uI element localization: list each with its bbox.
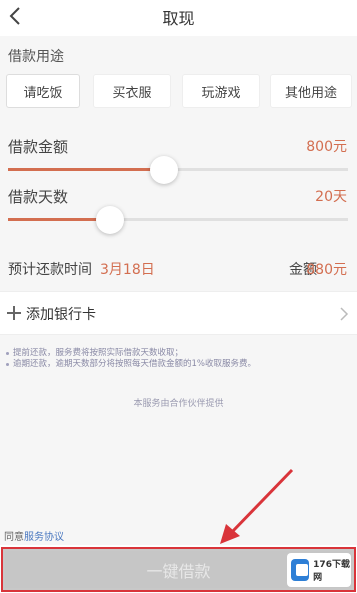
days-value: 20天: [315, 189, 347, 205]
days-slider-thumb[interactable]: [96, 206, 124, 234]
watermark-text: 176下载网: [313, 560, 350, 583]
page-title: 取现: [162, 9, 195, 28]
amount-slider-fill: [8, 168, 165, 171]
note-item: 提前还款，服务费将按照实际借款天数收取；: [6, 348, 351, 359]
amount-slider[interactable]: [8, 156, 348, 184]
repay-summary: 预计还款时间 3月18日 金额 880元: [0, 250, 357, 286]
purpose-option-other[interactable]: 其他用途: [270, 74, 352, 108]
repay-date-label: 预计还款时间: [8, 262, 92, 278]
days-slider-block: 借款天数 20天: [0, 186, 357, 244]
purpose-option-clothes[interactable]: 买衣服: [93, 74, 171, 108]
note-item: 逾期还款，逾期天数部分将按照每天借款金额的1%收取服务费。: [6, 359, 351, 370]
site-watermark: 176下载网: [287, 553, 351, 587]
amount-slider-thumb[interactable]: [150, 156, 179, 184]
agreement-prefix: 同意: [4, 532, 24, 543]
amount-label: 借款金额: [8, 138, 69, 156]
top-bar: 取现: [0, 0, 357, 36]
days-slider[interactable]: [8, 206, 348, 234]
provider-text: 本服务由合作伙伴提供: [133, 399, 224, 409]
note-text: 逾期还款，逾期天数部分将按照每天借款金额的1%收取服务费。: [13, 359, 256, 369]
repay-date: 3月18日: [100, 262, 155, 278]
purpose-option-games[interactable]: 玩游戏: [182, 74, 260, 108]
plus-icon: [7, 306, 21, 320]
agreement: 同意服务协议: [4, 528, 64, 543]
days-slider-fill: [8, 218, 110, 221]
purpose-label: 借款用途: [8, 49, 64, 65]
days-label: 借款天数: [8, 188, 69, 206]
add-bank-card-label: 添加银行卡: [26, 307, 96, 323]
watermark-logo-icon: [291, 559, 310, 581]
total-amount-value: 880元: [306, 262, 347, 278]
annotation-arrow: [220, 468, 294, 544]
amount-value: 800元: [306, 139, 347, 155]
fee-notes: 提前还款，服务费将按照实际借款天数收取； 逾期还款，逾期天数部分将按照每天借款金…: [6, 348, 351, 370]
chevron-right-icon: [340, 307, 349, 321]
add-bank-card-row[interactable]: 添加银行卡: [0, 291, 357, 335]
service-agreement-link[interactable]: 服务协议: [24, 532, 64, 543]
note-text: 提前还款，服务费将按照实际借款天数收取；: [13, 348, 184, 358]
purpose-options: 请吃饭 买衣服 玩游戏 其他用途: [0, 74, 357, 110]
purpose-option-eat[interactable]: 请吃饭: [6, 74, 80, 108]
